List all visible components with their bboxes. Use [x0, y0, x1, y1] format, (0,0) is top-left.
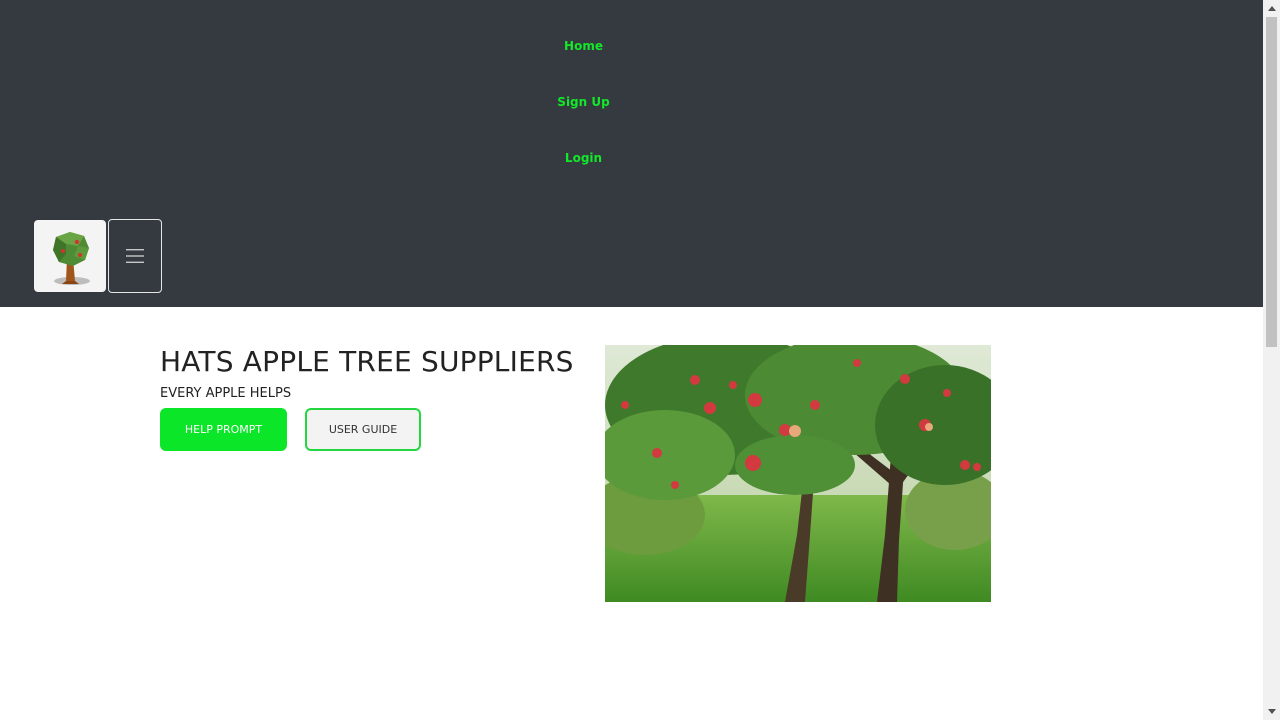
page-subtitle: EVERY APPLE HELPS	[160, 386, 292, 401]
help-prompt-button[interactable]: HELP PROMPT	[160, 408, 287, 451]
menu-toggle-button[interactable]	[108, 219, 162, 293]
site-logo[interactable]	[34, 220, 106, 292]
nav-login-link[interactable]: Login	[0, 150, 1167, 166]
user-guide-button[interactable]: USER GUIDE	[305, 408, 421, 451]
scroll-up-arrow-icon[interactable]	[1263, 0, 1280, 17]
hamburger-menu-icon	[126, 249, 144, 263]
scroll-down-arrow-icon[interactable]	[1263, 703, 1280, 720]
site-header: Home Sign Up Login	[0, 0, 1263, 307]
page-title: HATS APPLE TREE SUPPLIERS	[160, 345, 574, 378]
vertical-scrollbar[interactable]	[1263, 0, 1280, 720]
scrollbar-thumb[interactable]	[1266, 17, 1277, 347]
nav-home-link[interactable]: Home	[0, 38, 1167, 54]
apple-orchard-photo	[605, 345, 991, 602]
apple-tree-icon	[53, 232, 90, 285]
nav-signup-link[interactable]: Sign Up	[0, 94, 1167, 110]
apple-orchard-image	[605, 345, 991, 602]
